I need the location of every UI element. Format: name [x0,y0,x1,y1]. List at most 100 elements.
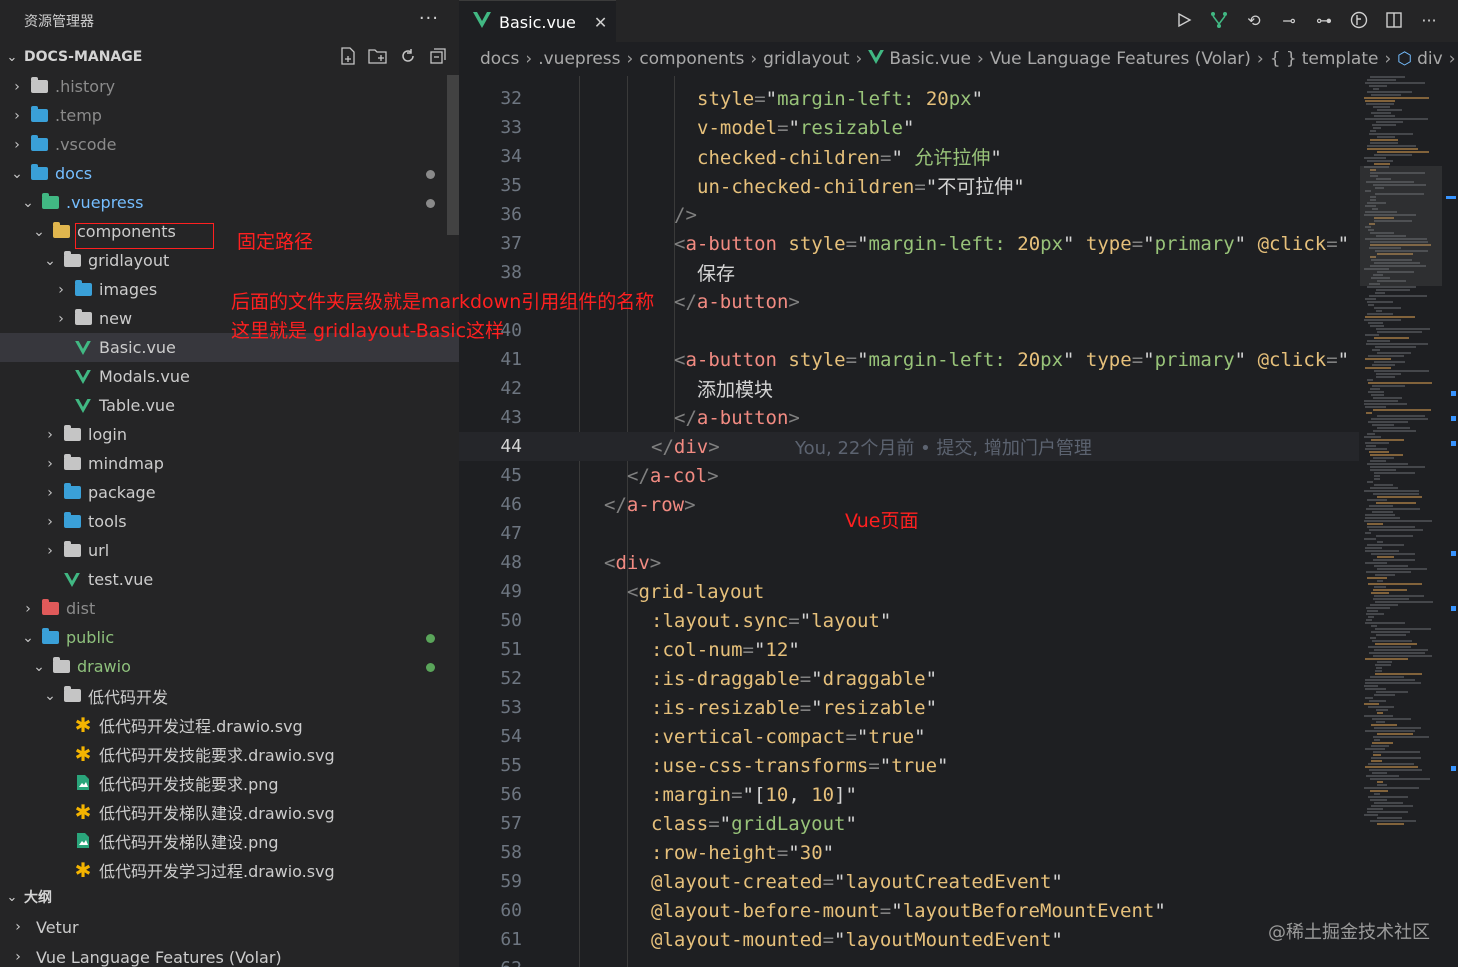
tree-item[interactable]: ✱ 低代码开发梯队建设.drawio.svg [0,797,459,826]
minimap-line [1370,142,1398,144]
collapse-all-icon[interactable] [427,45,449,67]
drawio-file-icon: ✱ [74,712,92,737]
minimap-line [1365,658,1408,660]
vue-file-icon [473,12,491,32]
folder-icon [61,454,83,473]
minimap-line [1375,628,1431,630]
tab-basic-vue[interactable]: Basic.vue ✕ [459,0,616,43]
tree-item[interactable]: ⌄ docs [0,159,459,188]
tree-item[interactable]: › url [0,536,459,565]
tree-item[interactable]: › .temp [0,101,459,130]
tree-item[interactable]: 低代码开发技能要求.png [0,768,459,797]
breadcrumb-item[interactable]: Basic.vue [889,49,971,69]
code-text: class="gridLayout" [651,812,857,835]
split-editor-icon[interactable] [1383,9,1405,31]
minimap-line [1365,442,1389,444]
breadcrumb: docs › .vuepress › components › gridlayout ›… [459,42,1458,76]
breadcrumb-item[interactable]: docs [480,49,519,69]
sidebar-scrollbar[interactable] [447,75,459,235]
outline-item-volar[interactable]: › Vue Language Features (Volar) [0,942,459,967]
minimap-line [1369,652,1425,654]
tree-item-label: 低代码开发梯队建设.drawio.svg [99,803,335,823]
tree-item[interactable]: 低代码开发梯队建设.png [0,826,459,855]
git-compare-icon[interactable] [1208,9,1230,31]
outline-section-header[interactable]: ⌄ 大纲 [0,882,459,912]
outline-item-vetur[interactable]: › Vetur [0,912,459,942]
breadcrumb-item[interactable]: gridlayout [763,49,849,69]
line-number: 53 [500,697,522,718]
tree-item[interactable]: ✱ 低代码开发学习过程.drawio.svg [0,855,459,884]
close-tab-icon[interactable]: ✕ [594,13,607,32]
tree-item[interactable]: ✱ 低代码开发过程.drawio.svg [0,710,459,739]
breadcrumb-item[interactable]: .vuepress [538,49,620,69]
breadcrumb-item[interactable]: Vue Language Features (Volar) [990,49,1251,69]
tree-item[interactable]: › mindmap [0,449,459,478]
tree-item[interactable]: ✱ 低代码开发技能要求.drawio.svg [0,739,459,768]
code-line: 55 :use-css-transforms="true" [459,751,1359,780]
minimap-line [1369,505,1393,507]
tree-item[interactable]: ⌄ public [0,623,459,652]
breadcrumb-item[interactable]: div [1417,49,1443,69]
minimap-line [1372,742,1393,744]
minimap-line [1371,592,1389,594]
run-icon[interactable] [1173,9,1195,31]
drawio-file-icon: ✱ [74,857,92,882]
breadcrumb-item[interactable]: components [639,49,744,69]
new-folder-icon[interactable] [367,45,389,67]
code-line: 35 un-checked-children="不可拉伸" [459,171,1359,200]
line-number: 46 [500,494,522,515]
minimap-line [1373,106,1390,108]
more-actions-icon[interactable]: ··· [1418,9,1440,31]
minimap-line [1365,118,1428,120]
new-file-icon[interactable] [337,45,359,67]
tree-item[interactable]: › dist [0,594,459,623]
tree-item[interactable]: Modals.vue [0,362,459,391]
folder-temp-icon [28,106,50,125]
editor-scrollbar[interactable] [1446,76,1458,967]
minimap-line [1370,76,1405,78]
minimap-line [1367,379,1373,381]
code-editor[interactable]: 32 style="margin-left: 20px" 33 v-model=… [459,76,1458,967]
minimap-line [1373,751,1420,753]
more-actions-icon[interactable]: ··· [419,8,439,29]
chevron-right-icon: › [15,949,21,965]
minimap-line [1364,97,1429,99]
tree-item[interactable]: ⌄ gridlayout [0,246,459,275]
code-text: 添加模块 [697,379,774,401]
folder-icon [61,425,83,444]
vue-file-icon [72,368,94,386]
tree-item[interactable]: ⌄ .vuepress [0,188,459,217]
tree-item[interactable]: › login [0,420,459,449]
minimap-viewport[interactable] [1360,166,1442,286]
tree-item[interactable]: ⌄ drawio [0,652,459,681]
minimap[interactable] [1360,76,1442,836]
minimap-line [1364,490,1419,492]
refresh-icon[interactable] [397,45,419,67]
minimap-line [1367,463,1408,465]
timeline-back-icon[interactable]: ⟲ [1243,9,1265,31]
workspace-section-header[interactable]: ⌄ DOCS-MANAGE [0,42,459,72]
annotation-fixed-path: 固定路径 [237,231,314,253]
tree-item[interactable]: › tools [0,507,459,536]
tree-item[interactable]: test.vue [0,565,459,594]
breadcrumb-chevron-icon: › [626,49,634,69]
previous-change-icon[interactable]: ⊸ [1278,9,1300,31]
code-text: :margin="[10, 10]" [651,783,857,806]
line-number: 62 [459,958,522,967]
next-change-icon[interactable]: ⊶ [1313,9,1335,31]
minimap-line [1374,115,1395,117]
breadcrumb-item[interactable]: template [1302,49,1379,69]
source-control-icon[interactable] [1348,9,1370,31]
code-line: 38 保存 [459,258,1359,287]
line-number: 49 [500,581,522,602]
tree-item[interactable]: › .history [0,72,459,101]
tree-item[interactable]: ⌄ components [0,217,459,246]
minimap-line [1365,730,1415,732]
line-number: 47 [500,523,522,544]
tree-item-label: 低代码开发梯队建设.png [99,832,279,852]
minimap-line [1368,391,1384,393]
tree-item[interactable]: ⌄ 低代码开发 [0,681,459,710]
tree-item[interactable]: › .vscode [0,130,459,159]
tree-item[interactable]: › package [0,478,459,507]
tree-item[interactable]: Table.vue [0,391,459,420]
